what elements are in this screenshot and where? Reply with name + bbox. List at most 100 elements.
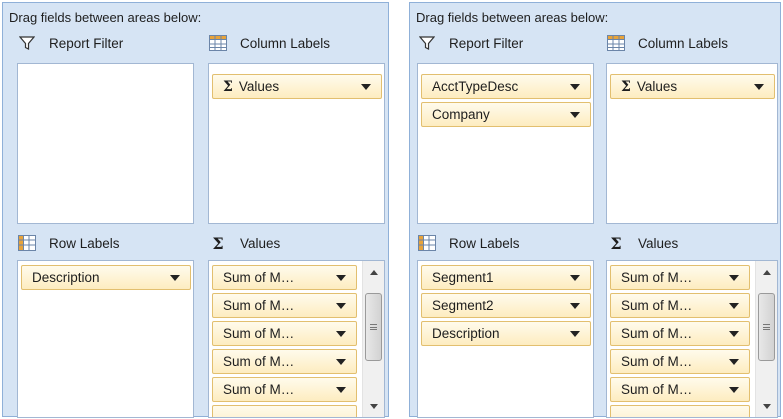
dropdown-arrow-icon[interactable] [570, 303, 580, 309]
field-label: Sum of M… [223, 326, 295, 341]
field-label: Values [636, 79, 678, 94]
column-field-values[interactable]: Σ Values [212, 74, 382, 99]
dropdown-arrow-icon[interactable] [729, 387, 739, 393]
scroll-thumb[interactable] [365, 293, 382, 361]
field-label: Sum of M… [621, 270, 693, 285]
row-labels-header: Row Labels [417, 233, 520, 253]
dropdown-arrow-icon[interactable] [570, 84, 580, 90]
field-label: Sum of M… [223, 354, 295, 369]
scroll-up-arrow-icon[interactable] [363, 261, 384, 283]
field-label: Description [32, 270, 100, 285]
dropdown-arrow-icon[interactable] [361, 84, 371, 90]
dropdown-arrow-icon[interactable] [336, 387, 346, 393]
values-field[interactable]: Sum of M… [212, 321, 357, 346]
sigma-icon: Σ [223, 78, 233, 95]
field-label: Sum of M… [621, 354, 693, 369]
field-label: Sum of M… [621, 298, 693, 313]
row-grid-icon [417, 234, 437, 252]
column-labels-header: Column Labels [208, 33, 330, 53]
funnel-icon [17, 34, 37, 52]
column-labels-area[interactable]: Σ Values [606, 63, 778, 224]
field-label: Values [238, 79, 280, 94]
column-grid-icon [208, 34, 228, 52]
row-field-description[interactable]: Description [21, 265, 191, 290]
dropdown-arrow-icon[interactable] [729, 331, 739, 337]
values-field[interactable]: Sum of M… [212, 293, 357, 318]
values-field[interactable]: Sum of M… [212, 265, 357, 290]
values-field[interactable]: Sum of M… [610, 293, 750, 318]
column-labels-label: Column Labels [638, 35, 729, 51]
column-labels-header: Column Labels [606, 33, 728, 53]
field-label: Sum of M… [621, 382, 693, 397]
filter-field-company[interactable]: Company [421, 102, 591, 127]
field-label: Description [432, 326, 500, 341]
column-labels-area[interactable]: Σ Values [208, 63, 385, 224]
sigma-icon: Σ [621, 78, 631, 95]
scroll-down-arrow-icon[interactable] [363, 395, 384, 417]
report-filter-area[interactable] [17, 63, 194, 224]
values-scrollbar[interactable] [362, 261, 384, 417]
row-labels-header: Row Labels [17, 233, 120, 253]
values-scrollbar[interactable] [755, 261, 777, 417]
row-field-description[interactable]: Description [421, 321, 591, 346]
report-filter-label: Report Filter [49, 35, 124, 51]
row-labels-label: Row Labels [449, 235, 520, 251]
field-label: Sum of M… [223, 382, 295, 397]
row-labels-area[interactable]: Segment1 Segment2 Description [417, 260, 594, 418]
field-label: AcctTypeDesc [432, 79, 519, 94]
values-field-partial[interactable] [212, 405, 357, 417]
sigma-icon: Σ [212, 233, 224, 253]
dropdown-arrow-icon[interactable] [336, 303, 346, 309]
row-labels-area[interactable]: Description [17, 260, 194, 418]
panel-title: Drag fields between areas below: [9, 10, 202, 25]
column-grid-icon [606, 34, 626, 52]
report-filter-header: Report Filter [417, 33, 523, 53]
row-field-segment1[interactable]: Segment1 [421, 265, 591, 290]
dropdown-arrow-icon[interactable] [570, 275, 580, 281]
values-field[interactable]: Sum of M… [610, 265, 750, 290]
report-filter-label: Report Filter [449, 35, 524, 51]
scroll-down-arrow-icon[interactable] [756, 395, 777, 417]
filter-field-accttypedesc[interactable]: AcctTypeDesc [421, 74, 591, 99]
dropdown-arrow-icon[interactable] [336, 331, 346, 337]
pivot-field-areas-panel-2: Drag fields between areas below: Report … [409, 2, 781, 418]
values-field[interactable]: Sum of M… [610, 377, 750, 402]
field-label: Segment1 [432, 270, 494, 285]
field-label: Sum of M… [223, 298, 295, 313]
values-field-partial[interactable] [610, 405, 750, 417]
row-labels-label: Row Labels [49, 235, 120, 251]
values-field[interactable]: Sum of M… [610, 349, 750, 374]
values-field[interactable]: Sum of M… [212, 377, 357, 402]
report-filter-area[interactable]: AcctTypeDesc Company [417, 63, 594, 224]
scroll-up-arrow-icon[interactable] [756, 261, 777, 283]
pivot-field-areas-panel-1: Drag fields between areas below: Report … [2, 2, 389, 418]
values-area[interactable]: Sum of M… Sum of M… Sum of M… Sum of M… … [208, 260, 385, 418]
sigma-icon: Σ [610, 233, 622, 253]
dropdown-arrow-icon[interactable] [570, 112, 580, 118]
values-header: Σ Values [606, 233, 678, 253]
column-labels-label: Column Labels [240, 35, 331, 51]
panel-title: Drag fields between areas below: [416, 10, 609, 25]
field-label: Sum of M… [223, 270, 295, 285]
values-field[interactable]: Sum of M… [212, 349, 357, 374]
dropdown-arrow-icon[interactable] [729, 303, 739, 309]
field-label: Company [432, 107, 490, 122]
dropdown-arrow-icon[interactable] [170, 275, 180, 281]
row-grid-icon [17, 234, 37, 252]
scroll-thumb[interactable] [758, 293, 775, 361]
dropdown-arrow-icon[interactable] [729, 359, 739, 365]
field-label: Sum of M… [621, 326, 693, 341]
values-label: Values [240, 235, 281, 251]
report-filter-header: Report Filter [17, 33, 123, 53]
dropdown-arrow-icon[interactable] [336, 275, 346, 281]
dropdown-arrow-icon[interactable] [754, 84, 764, 90]
funnel-icon [417, 34, 437, 52]
dropdown-arrow-icon[interactable] [336, 359, 346, 365]
values-field[interactable]: Sum of M… [610, 321, 750, 346]
column-field-values[interactable]: Σ Values [610, 74, 775, 99]
dropdown-arrow-icon[interactable] [729, 275, 739, 281]
values-area[interactable]: Sum of M… Sum of M… Sum of M… Sum of M… … [606, 260, 778, 418]
field-label: Segment2 [432, 298, 494, 313]
dropdown-arrow-icon[interactable] [570, 331, 580, 337]
row-field-segment2[interactable]: Segment2 [421, 293, 591, 318]
